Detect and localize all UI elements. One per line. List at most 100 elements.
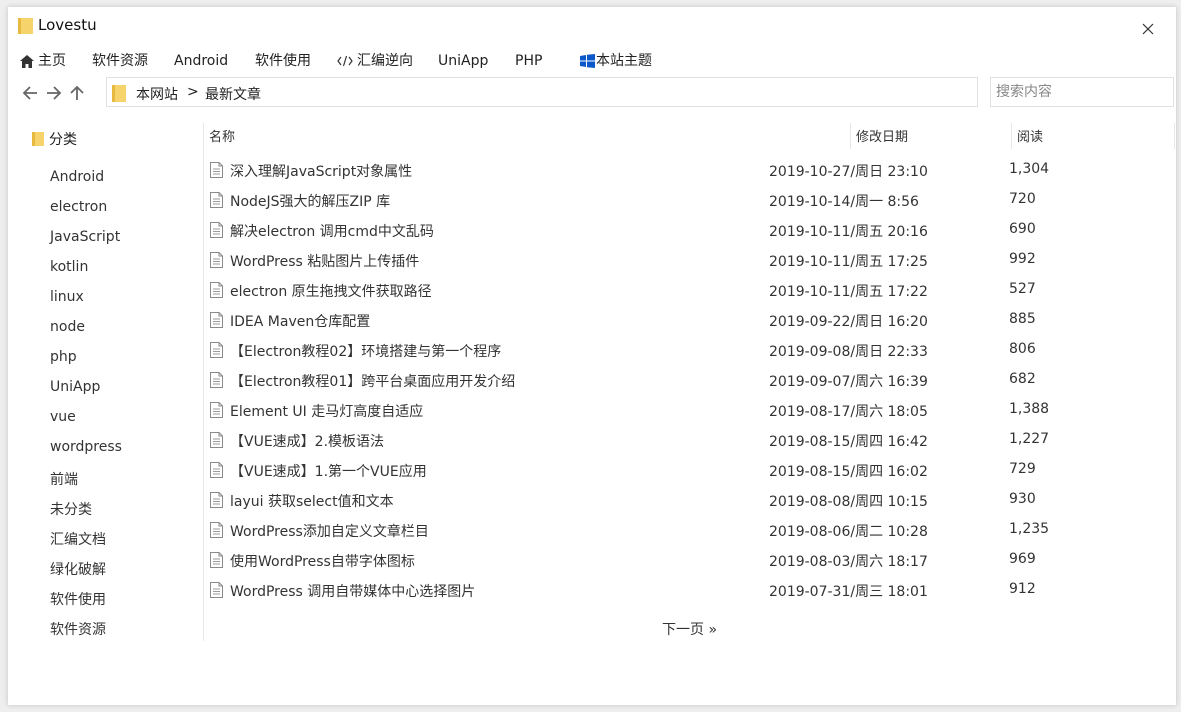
sidebar-item[interactable]: 软件资源 — [50, 619, 106, 639]
breadcrumb-separator: > — [187, 84, 199, 100]
sidebar-item[interactable]: JavaScript — [50, 229, 120, 245]
document-icon — [210, 162, 223, 178]
sidebar-item[interactable]: electron — [50, 199, 107, 215]
article-title: 【Electron教程01】跨平台桌面应用开发介绍 — [230, 374, 516, 390]
menu-php[interactable]: PHP — [515, 49, 542, 73]
article-title: layui 获取select值和文本 — [230, 494, 394, 510]
modified-date: 2019-09-07/周六 16:39 — [769, 374, 928, 390]
modified-date: 2019-08-06/周二 10:28 — [769, 524, 928, 540]
close-icon[interactable] — [1138, 19, 1158, 39]
column-divider[interactable] — [1011, 123, 1012, 149]
sidebar-item[interactable]: Android — [50, 169, 104, 185]
category-header-label: 分类 — [49, 132, 77, 148]
modified-date: 2019-08-08/周四 10:15 — [769, 494, 928, 510]
table-row[interactable]: NodeJS强大的解压ZIP 库 2019-10-14/周一 8:56 720 — [204, 184, 1176, 214]
modified-date: 2019-08-03/周六 18:17 — [769, 554, 928, 570]
modified-date: 2019-09-08/周日 22:33 — [769, 344, 928, 360]
sidebar-item[interactable]: wordpress — [50, 439, 122, 455]
sidebar-item[interactable]: 前端 — [50, 469, 78, 489]
document-icon — [210, 282, 223, 298]
table-row[interactable]: WordPress 调用自带媒体中心选择图片 2019-07-31/周三 18:0… — [204, 574, 1176, 604]
view-count: 885 — [1009, 311, 1036, 327]
view-count: 969 — [1009, 551, 1036, 567]
sidebar-item[interactable]: 软件使用 — [50, 589, 106, 609]
table-row[interactable]: 【VUE速成】2.模板语法 2019-08-15/周四 16:42 1,227 — [204, 424, 1176, 454]
table-row[interactable]: 解决electron 调用cmd中文乱码 2019-10-11/周五 20:16 6… — [204, 214, 1176, 244]
menu-software-usage[interactable]: 软件使用 — [255, 49, 311, 73]
sidebar-item[interactable]: 汇编文档 — [50, 529, 106, 549]
address-field[interactable]: 本网站 > 最新文章 — [106, 77, 978, 107]
menu-assembly-reverse[interactable]: 汇编逆向 — [337, 49, 413, 73]
table-row[interactable]: electron 原生拖拽文件获取路径 2019-10-11/周五 17:22 52… — [204, 274, 1176, 304]
table-row[interactable]: Element UI 走马灯高度自适应 2019-08-17/周六 18:05 1,… — [204, 394, 1176, 424]
view-count: 930 — [1009, 491, 1036, 507]
document-icon — [210, 582, 223, 598]
article-title: 深入理解JavaScript对象属性 — [230, 164, 413, 180]
column-divider[interactable] — [1174, 123, 1175, 149]
article-title: 【Electron教程02】环境搭建与第一个程序 — [230, 344, 502, 360]
sidebar-item[interactable]: 绿化破解 — [50, 559, 106, 579]
sidebar-item[interactable]: node — [50, 319, 85, 335]
table-row[interactable]: WordPress添加自定义文章栏目 2019-08-06/周二 10:28 1,2… — [204, 514, 1176, 544]
modified-date: 2019-08-15/周四 16:02 — [769, 464, 928, 480]
modified-date: 2019-10-27/周日 23:10 — [769, 164, 928, 180]
table-row[interactable]: 使用WordPress自带字体图标 2019-08-03/周六 18:17 969 — [204, 544, 1176, 574]
column-name-header[interactable]: 名称 — [209, 126, 235, 145]
table-row[interactable]: 【VUE速成】1.第一个VUE应用 2019-08-15/周四 16:02 729 — [204, 454, 1176, 484]
modified-date: 2019-07-31/周三 18:01 — [769, 584, 928, 600]
menu-php-label: PHP — [515, 53, 543, 69]
up-arrow-icon[interactable] — [69, 85, 85, 101]
window-title: Lovestu — [38, 16, 97, 34]
column-divider[interactable] — [850, 123, 851, 149]
article-title: electron 原生拖拽文件获取路径 — [230, 284, 432, 300]
document-icon — [210, 522, 223, 538]
modified-date: 2019-10-11/周五 17:22 — [769, 284, 928, 300]
menu-home[interactable]: 主页 — [20, 49, 66, 73]
search-input[interactable] — [990, 77, 1174, 107]
table-row[interactable]: layui 获取select值和文本 2019-08-08/周四 10:15 930 — [204, 484, 1176, 514]
view-count: 682 — [1009, 371, 1036, 387]
back-arrow-icon[interactable] — [22, 85, 38, 101]
title-bar: Lovestu — [8, 7, 1176, 45]
article-title: 【VUE速成】1.第一个VUE应用 — [230, 464, 427, 480]
modified-date: 2019-08-17/周六 18:05 — [769, 404, 928, 420]
document-icon — [210, 552, 223, 568]
article-title: 【VUE速成】2.模板语法 — [230, 434, 385, 450]
next-page-link[interactable]: 下一页 » — [662, 619, 717, 639]
breadcrumb-latest-articles[interactable]: 最新文章 — [205, 84, 261, 104]
sidebar-item[interactable]: vue — [50, 409, 76, 425]
document-icon — [210, 252, 223, 268]
folder-icon — [32, 132, 44, 146]
table-row[interactable]: WordPress 粘贴图片上传插件 2019-10-11/周五 17:25 992 — [204, 244, 1176, 274]
sidebar-item[interactable]: php — [50, 349, 77, 365]
table-row[interactable]: 深入理解JavaScript对象属性 2019-10-27/周日 23:10 1,3… — [204, 154, 1176, 184]
sidebar-item[interactable]: 未分类 — [50, 499, 92, 519]
document-icon — [210, 432, 223, 448]
modified-date: 2019-09-22/周日 16:20 — [769, 314, 928, 330]
menu-home-label: 主页 — [38, 53, 66, 69]
menu-android[interactable]: Android — [174, 49, 228, 73]
code-icon — [337, 55, 353, 67]
modified-date: 2019-10-11/周五 17:25 — [769, 254, 928, 270]
modified-date: 2019-10-14/周一 8:56 — [769, 194, 919, 210]
table-row[interactable]: 【Electron教程02】环境搭建与第一个程序 2019-09-08/周日 22… — [204, 334, 1176, 364]
explorer-window: Lovestu 主页 软件资源 Android 软件使用 汇编逆向 UniApp… — [8, 7, 1176, 705]
breadcrumb-site[interactable]: 本网站 — [136, 84, 178, 104]
sidebar-item[interactable]: UniApp — [50, 379, 100, 395]
menu-software-resources[interactable]: 软件资源 — [92, 49, 148, 73]
column-date-header[interactable]: 修改日期 — [856, 126, 908, 145]
sidebar-item[interactable]: linux — [50, 289, 84, 305]
forward-arrow-icon[interactable] — [46, 85, 62, 101]
document-icon — [210, 372, 223, 388]
menu-uniapp[interactable]: UniApp — [438, 49, 488, 73]
sidebar-item[interactable]: kotlin — [50, 259, 88, 275]
menu-software-usage-label: 软件使用 — [255, 53, 311, 69]
column-views-header[interactable]: 阅读 — [1017, 126, 1043, 145]
table-row[interactable]: 【Electron教程01】跨平台桌面应用开发介绍 2019-09-07/周六 1… — [204, 364, 1176, 394]
document-icon — [210, 402, 223, 418]
view-count: 1,304 — [1009, 161, 1050, 177]
table-row[interactable]: IDEA Maven仓库配置 2019-09-22/周日 16:20 885 — [204, 304, 1176, 334]
article-title: 解决electron 调用cmd中文乱码 — [230, 224, 434, 240]
view-count: 690 — [1009, 221, 1036, 237]
menu-site-theme[interactable]: 本站主题 — [580, 49, 652, 73]
